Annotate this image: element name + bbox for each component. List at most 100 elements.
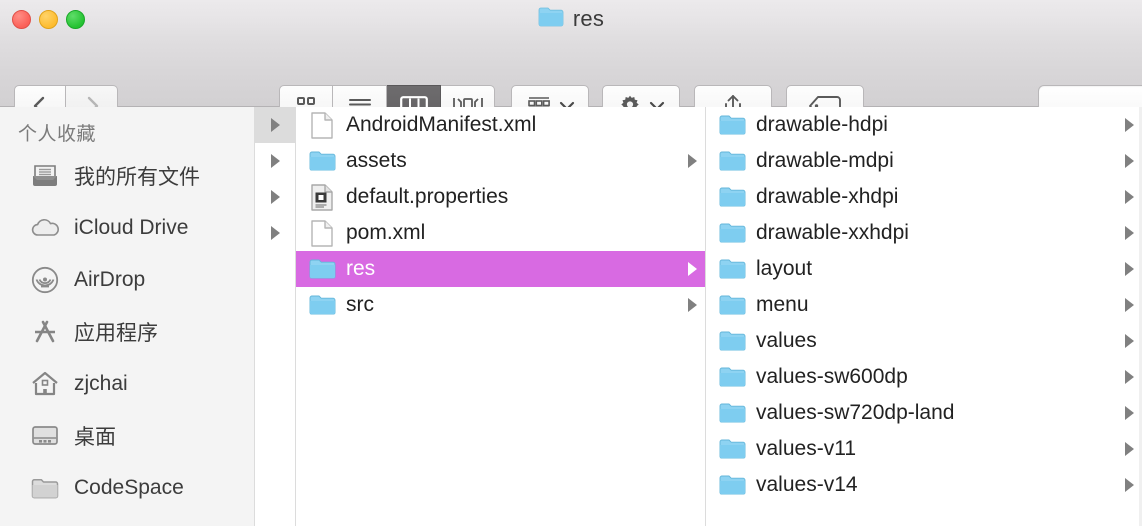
list-item[interactable]: values	[706, 323, 1142, 359]
list-item[interactable]: default.properties	[296, 179, 705, 215]
disclosure-arrow-icon	[1125, 154, 1134, 168]
file-name: values-sw600dp	[756, 365, 908, 388]
window-title-text: res	[572, 6, 605, 31]
list-item[interactable]: pom.xml	[296, 215, 705, 251]
table-row[interactable]	[255, 143, 295, 179]
disclosure-arrow-icon	[1125, 406, 1134, 420]
list-item[interactable]: values-sw600dp	[706, 359, 1142, 395]
disclosure-arrow-icon	[1125, 334, 1134, 348]
list-item[interactable]: values-sw720dp-land	[706, 395, 1142, 431]
disclosure-arrow-slot	[1125, 298, 1134, 312]
sidebar-item-icloud-drive[interactable]: iCloud Drive	[0, 202, 254, 254]
file-name: res	[346, 257, 376, 280]
column-parent-partial[interactable]	[255, 107, 296, 526]
table-row[interactable]	[255, 107, 295, 143]
disclosure-arrow-icon	[1125, 118, 1134, 132]
disclosure-arrow-icon	[1125, 226, 1134, 240]
disclosure-arrow-slot	[688, 298, 697, 312]
folder-icon	[718, 435, 746, 463]
sidebar-item-label: iCloud Drive	[74, 216, 189, 239]
sidebar-item-applications[interactable]: 应用程序	[0, 306, 254, 358]
list-item[interactable]: drawable-xxhdpi	[706, 215, 1142, 251]
disclosure-arrow-slot	[1125, 370, 1134, 384]
file-name: values-sw720dp-land	[756, 401, 955, 424]
folder-icon	[718, 327, 746, 355]
column-project[interactable]: AndroidManifest.xml assets default.prope…	[296, 107, 706, 526]
list-item[interactable]: drawable-hdpi	[706, 107, 1142, 143]
table-row[interactable]	[255, 179, 295, 215]
cloud-icon	[30, 213, 60, 243]
list-item[interactable]: values-v11	[706, 431, 1142, 467]
folder-icon	[308, 255, 336, 283]
folder-icon	[718, 363, 746, 391]
all-files-icon	[30, 161, 60, 191]
disclosure-arrow-slot	[688, 154, 697, 168]
disclosure-arrow-slot	[688, 262, 697, 276]
file-name: default.properties	[346, 185, 509, 208]
folder-icon	[718, 291, 746, 319]
sidebar-item-home[interactable]: zjchai	[0, 358, 254, 410]
folder-icon	[718, 147, 746, 175]
file-name: drawable-xxhdpi	[756, 221, 909, 244]
disclosure-arrow-icon	[1125, 442, 1134, 456]
column-res[interactable]: drawable-hdpi drawable-mdpi drawable-xhd…	[706, 107, 1142, 526]
list-item[interactable]: values-v14	[706, 467, 1142, 503]
sidebar-item-label: 我的所有文件	[74, 166, 200, 189]
column-browser: AndroidManifest.xml assets default.prope…	[255, 107, 1142, 526]
disclosure-arrow-icon	[270, 118, 280, 132]
table-row[interactable]	[255, 287, 295, 323]
finder-window: res 个人收藏 我的所有文件 iCloud Drive AirDrop 应用程…	[0, 0, 1142, 526]
disclosure-arrow-icon	[1125, 298, 1134, 312]
list-item[interactable]: src	[296, 287, 705, 323]
file-name: drawable-xhdpi	[756, 185, 899, 208]
blue-folder-icon	[538, 6, 564, 32]
disclosure-arrow-icon	[1125, 190, 1134, 204]
applications-icon	[30, 317, 60, 347]
list-item[interactable]: layout	[706, 251, 1142, 287]
disclosure-arrow-icon	[270, 190, 280, 204]
folder-icon	[718, 471, 746, 499]
disclosure-arrow-slot	[1125, 226, 1134, 240]
file-name: src	[346, 293, 374, 316]
file-name: AndroidManifest.xml	[346, 113, 537, 136]
list-item-selected[interactable]: res	[296, 251, 705, 287]
disclosure-arrow-icon	[688, 154, 697, 168]
file-name: values	[756, 329, 817, 352]
java-properties-icon	[308, 183, 336, 211]
file-name: layout	[756, 257, 813, 280]
folder-icon	[718, 255, 746, 283]
table-row[interactable]	[255, 251, 295, 287]
content-area: 个人收藏 我的所有文件 iCloud Drive AirDrop 应用程序 zj…	[0, 107, 1142, 526]
folder-icon	[30, 473, 60, 503]
disclosure-arrow-icon	[270, 154, 280, 168]
folder-icon	[718, 111, 746, 139]
list-item[interactable]: drawable-mdpi	[706, 143, 1142, 179]
file-name: menu	[756, 293, 809, 316]
list-item[interactable]: assets	[296, 143, 705, 179]
sidebar-item-label: 应用程序	[74, 322, 158, 345]
list-item[interactable]: AndroidManifest.xml	[296, 107, 705, 143]
disclosure-arrow-slot	[1125, 478, 1134, 492]
window-title: res	[0, 0, 1142, 38]
sidebar-item-airdrop[interactable]: AirDrop	[0, 254, 254, 306]
file-name: values-v14	[756, 473, 858, 496]
document-icon	[308, 219, 336, 247]
table-row[interactable]	[255, 215, 295, 251]
sidebar-item-codespace[interactable]: CodeSpace	[0, 462, 254, 514]
file-name: pom.xml	[346, 221, 426, 244]
disclosure-arrow-slot	[1125, 334, 1134, 348]
folder-icon	[718, 219, 746, 247]
sidebar: 个人收藏 我的所有文件 iCloud Drive AirDrop 应用程序 zj…	[0, 107, 255, 526]
disclosure-arrow-icon	[688, 262, 697, 276]
folder-icon	[718, 399, 746, 427]
disclosure-arrow-slot	[1125, 262, 1134, 276]
sidebar-item-label: 桌面	[74, 426, 116, 449]
file-name: assets	[346, 149, 407, 172]
list-item[interactable]: menu	[706, 287, 1142, 323]
list-item[interactable]: drawable-xhdpi	[706, 179, 1142, 215]
desktop-icon	[30, 421, 60, 451]
folder-icon	[308, 291, 336, 319]
home-icon	[30, 369, 60, 399]
sidebar-item-all-files[interactable]: 我的所有文件	[0, 150, 254, 202]
sidebar-item-desktop[interactable]: 桌面	[0, 410, 254, 462]
